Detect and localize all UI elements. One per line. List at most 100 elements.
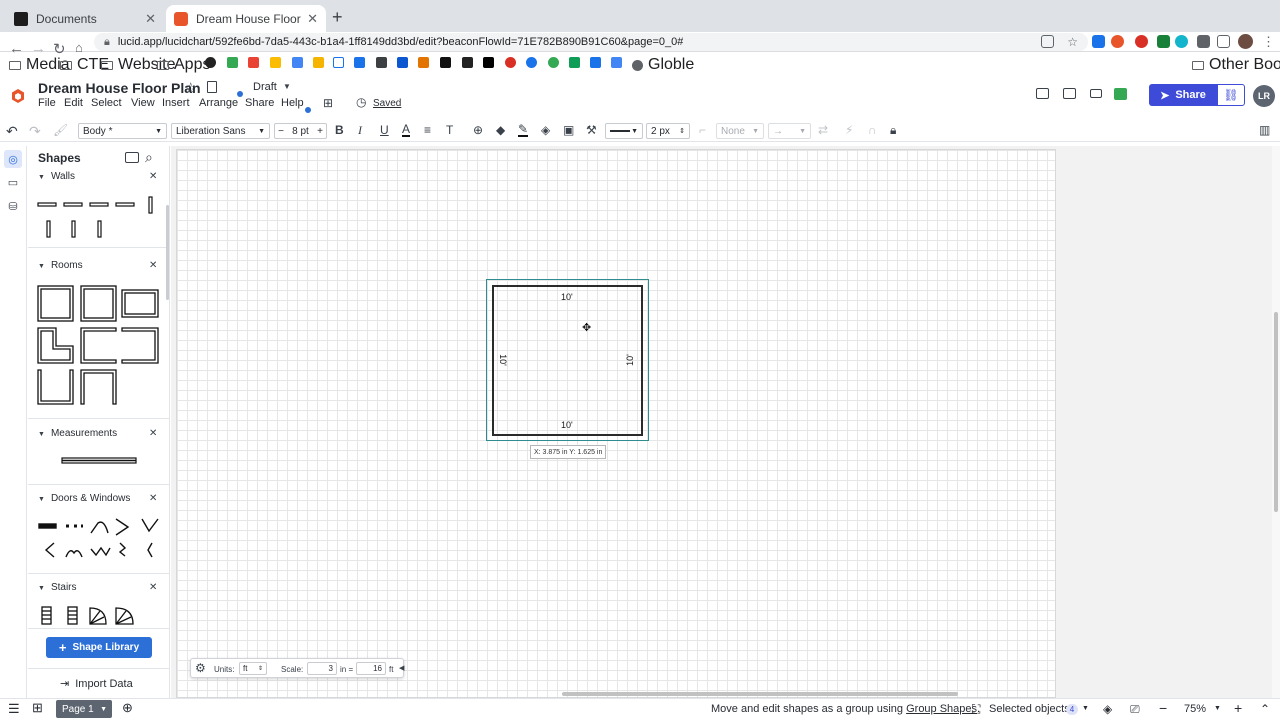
data-rail-icon[interactable]: ⛁ xyxy=(4,197,22,215)
dimension-left[interactable]: 10' xyxy=(498,354,508,366)
measurement-shape[interactable] xyxy=(60,455,138,467)
other-bookmarks[interactable]: Other Bookmarks xyxy=(1192,56,1280,74)
underline-icon[interactable]: U xyxy=(380,123,389,137)
user-avatar[interactable]: LR xyxy=(1253,85,1275,107)
menu-edit[interactable]: Edit xyxy=(64,97,83,109)
bookmark-site-icon[interactable] xyxy=(611,57,622,68)
chevron-down-icon[interactable]: ▼ xyxy=(1082,705,1089,712)
image-search-icon[interactable] xyxy=(125,152,139,163)
favorite-star-icon[interactable]: ☆ xyxy=(184,79,197,97)
selected-objects-icon[interactable]: ⛶ xyxy=(972,702,980,717)
panel-toggle-icon[interactable]: ▥ xyxy=(1259,123,1270,137)
collapse-footer-icon[interactable]: ⌃ xyxy=(1260,702,1270,716)
bookmark-globle[interactable]: Globle xyxy=(632,56,694,74)
style-select[interactable]: Body * ▼ xyxy=(78,123,167,139)
extension-teal-icon[interactable] xyxy=(1175,35,1188,48)
lightning-icon[interactable]: ⚡︎ xyxy=(845,123,853,137)
collapse-icon[interactable]: ◀ xyxy=(399,664,404,672)
endpoint-select[interactable]: None ▼ xyxy=(716,123,764,139)
bookmark-site-icon[interactable] xyxy=(397,57,408,68)
page-list-icon[interactable]: ☰ xyxy=(8,701,20,717)
bookmark-site-icon[interactable] xyxy=(548,57,559,68)
rooms-shapes[interactable] xyxy=(36,284,162,408)
image-icon[interactable]: ▣ xyxy=(563,123,574,137)
italic-icon[interactable]: I xyxy=(358,123,362,138)
increase-icon[interactable]: + xyxy=(314,126,326,137)
bookmark-site-icon[interactable] xyxy=(483,57,494,68)
stairs-shapes[interactable] xyxy=(38,604,138,626)
bookmark-site-icon[interactable] xyxy=(292,57,303,68)
font-size-stepper[interactable]: −8 pt + xyxy=(274,123,327,139)
text-color-icon[interactable]: A xyxy=(402,123,411,137)
extension-green-icon[interactable] xyxy=(1157,35,1170,48)
horizontal-scroll-thumb[interactable] xyxy=(562,692,958,696)
shape-library-button[interactable]: + Shape Library xyxy=(46,637,152,658)
panel-scrollbar[interactable] xyxy=(166,205,169,300)
menu-insert[interactable]: Insert xyxy=(162,97,190,109)
bookmark-site-icon[interactable] xyxy=(462,57,473,68)
import-data-button[interactable]: ⇥ Import Data xyxy=(60,677,133,690)
section-stairs[interactable]: ▼ Stairs xyxy=(38,582,77,593)
history-clock-icon[interactable]: ◷ xyxy=(356,95,366,109)
shape-options-icon[interactable]: ⊕ xyxy=(473,123,483,137)
bookmark-site-icon[interactable] xyxy=(505,57,516,68)
arrow-end-select[interactable]: → ▼ xyxy=(768,123,811,139)
zoom-out-icon[interactable]: − xyxy=(1159,700,1167,716)
browser-tab-documents[interactable]: Documents ✕ xyxy=(6,5,164,32)
bookmark-site-icon[interactable] xyxy=(354,57,365,68)
units-select[interactable]: ft ⇕ xyxy=(239,662,267,675)
share-button[interactable]: ➤ Share xyxy=(1149,84,1217,106)
fill-color-icon[interactable]: ◆ xyxy=(496,123,505,137)
bookmark-site-icon[interactable] xyxy=(227,57,238,68)
walls-shapes[interactable] xyxy=(36,194,160,240)
text-options-icon[interactable]: T xyxy=(446,123,453,137)
draft-status[interactable]: Draft xyxy=(253,81,277,93)
chevron-down-icon[interactable]: ▼ xyxy=(1214,705,1221,712)
close-section-icon[interactable]: ✕ xyxy=(149,428,157,439)
bookmark-site-icon[interactable] xyxy=(313,57,324,68)
selected-objects-label[interactable]: Selected objects xyxy=(989,703,1070,715)
font-select[interactable]: Liberation Sans ▼ xyxy=(171,123,270,139)
settings-gear-icon[interactable]: ⚙ xyxy=(195,661,206,675)
bookmark-site-icon[interactable] xyxy=(590,57,601,68)
close-section-icon[interactable]: ✕ xyxy=(149,260,157,271)
menu-select[interactable]: Select xyxy=(91,97,122,109)
document-title[interactable]: Dream House Floor Plan xyxy=(38,80,201,96)
bookmark-site-icon[interactable] xyxy=(418,57,429,68)
section-doors-windows[interactable]: ▼ Doors & Windows xyxy=(38,493,130,504)
group-shapes-link[interactable]: Group Shapes xyxy=(906,703,977,715)
line-color-icon[interactable]: ✎ xyxy=(518,123,529,137)
profile-avatar[interactable] xyxy=(1238,34,1253,49)
format-painter-icon[interactable]: 🖌︎ xyxy=(53,123,68,137)
gmail-icon[interactable] xyxy=(248,57,259,68)
bookmark-site-icon[interactable] xyxy=(376,57,387,68)
comments-icon[interactable] xyxy=(1036,88,1049,99)
side-panel-icon[interactable] xyxy=(1217,35,1230,48)
align-icon[interactable]: ≡ xyxy=(424,123,431,137)
opacity-icon[interactable]: ◈ xyxy=(541,123,550,137)
chevron-down-icon[interactable]: ▼ xyxy=(283,82,291,91)
browser-tab-lucid[interactable]: Dream House Floor Plan: Lucid ✕ xyxy=(166,5,326,32)
menu-help[interactable]: Help xyxy=(281,97,304,109)
page-tab[interactable]: Page 1 ▼ xyxy=(56,700,112,718)
section-walls[interactable]: ▼ Walls xyxy=(38,171,75,182)
install-app-icon[interactable] xyxy=(1041,35,1054,48)
drive-icon[interactable] xyxy=(270,57,281,68)
scale-inches-input[interactable]: 3 xyxy=(307,662,337,675)
extension-orange-icon[interactable] xyxy=(1111,35,1124,48)
close-tab-icon[interactable]: ✕ xyxy=(307,11,318,27)
layers-icon[interactable]: ◈ xyxy=(1103,702,1112,716)
line-style-select[interactable]: ▼ xyxy=(605,123,643,139)
presentation-icon[interactable]: ⎚ xyxy=(1130,702,1140,717)
extension-red-icon[interactable] xyxy=(1135,35,1148,48)
close-tab-icon[interactable]: ✕ xyxy=(145,11,156,27)
bookmark-site-icon[interactable] xyxy=(440,57,451,68)
present-icon[interactable] xyxy=(1063,88,1076,99)
dimension-right[interactable]: 10' xyxy=(625,354,635,366)
room-shape[interactable] xyxy=(492,285,643,436)
redo-icon[interactable]: ↷ xyxy=(29,123,41,140)
zoom-in-icon[interactable]: + xyxy=(1234,700,1242,716)
shapes-rail-icon[interactable]: ◎ xyxy=(4,150,22,168)
bookmark-site-icon[interactable] xyxy=(333,57,344,68)
scale-feet-input[interactable]: 16 xyxy=(356,662,386,675)
